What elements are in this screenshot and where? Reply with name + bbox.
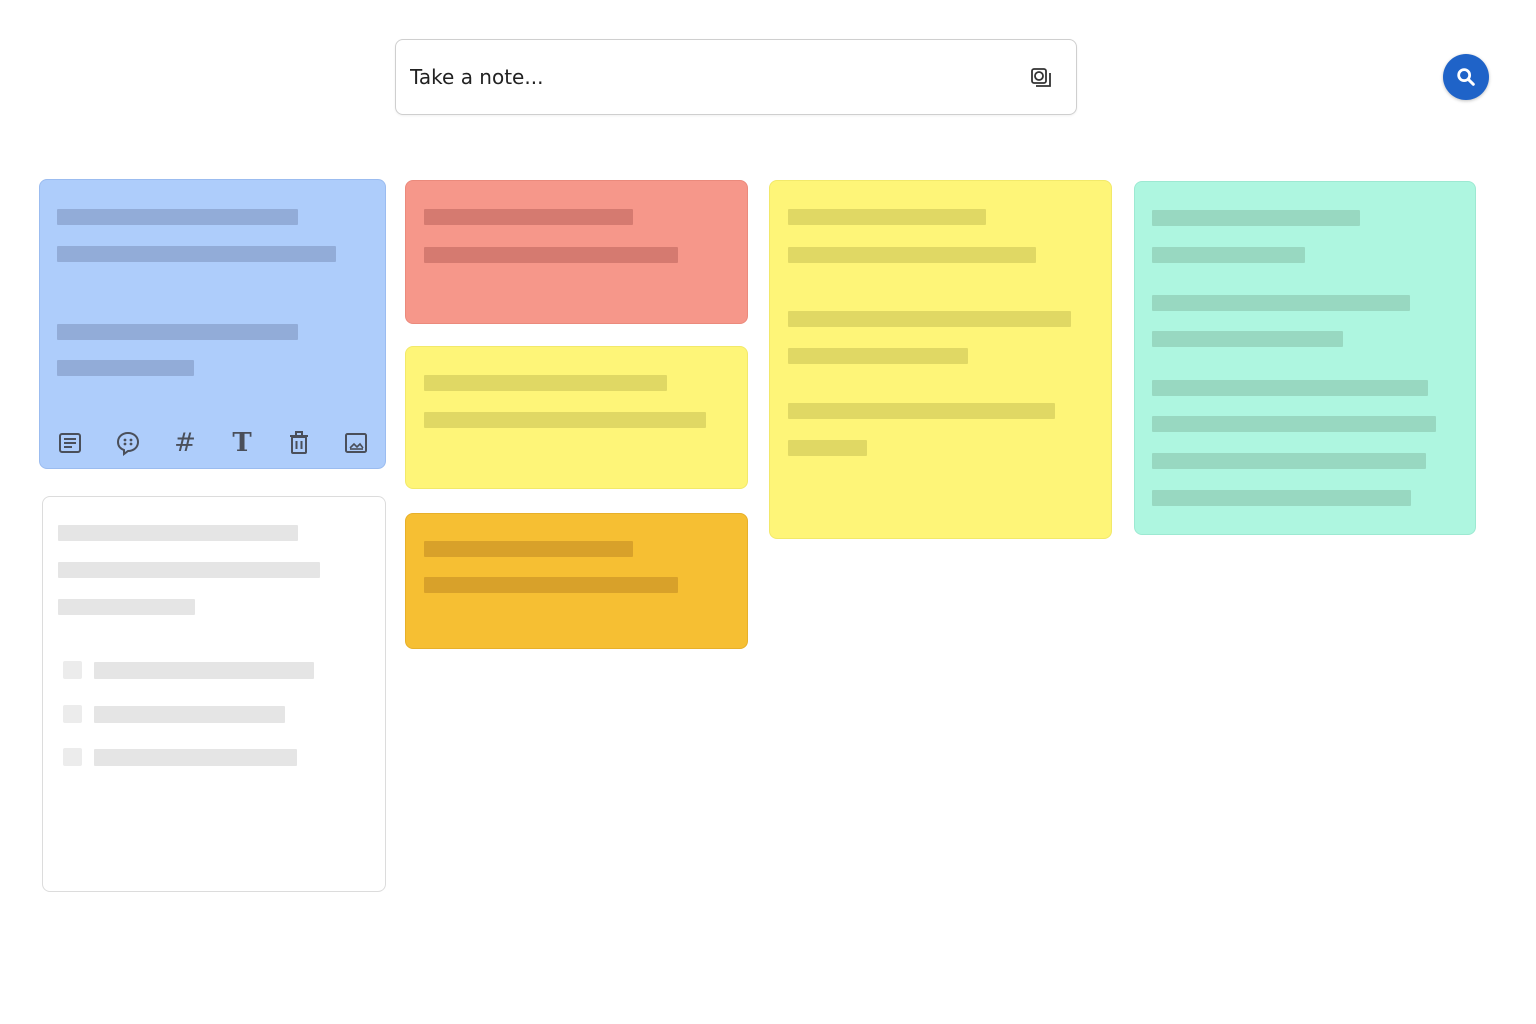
checkbox[interactable]: [63, 661, 82, 679]
text-format-icon[interactable]: T: [229, 430, 255, 456]
checklist-item-line: [94, 749, 297, 766]
text-placeholder-line: [1152, 331, 1343, 347]
text-placeholder-line: [788, 403, 1055, 419]
checkbox[interactable]: [63, 748, 82, 766]
text-placeholder-line: [424, 247, 678, 263]
text-placeholder-line: [424, 412, 706, 428]
note-card-yellow-tall[interactable]: [769, 180, 1112, 539]
text-placeholder-line: [58, 599, 195, 615]
text-placeholder-line: [788, 348, 968, 364]
search-icon: [1443, 66, 1489, 88]
text-placeholder-line: [1152, 380, 1428, 396]
note-card-mint[interactable]: [1134, 181, 1476, 535]
take-note-bar[interactable]: [395, 39, 1077, 115]
text-placeholder-line: [788, 311, 1071, 327]
checklist-item-line: [94, 662, 314, 679]
note-card-checklist[interactable]: [42, 496, 386, 892]
image-icon[interactable]: [343, 430, 369, 456]
emoji-icon[interactable]: [115, 430, 141, 456]
text-placeholder-line: [57, 246, 336, 262]
text-placeholder-line: [788, 440, 867, 456]
text-placeholder-line: [788, 209, 986, 225]
text-placeholder-line: [1152, 210, 1360, 226]
image-stack-icon[interactable]: [1027, 64, 1055, 92]
text-placeholder-line: [424, 209, 633, 225]
checklist-item-line: [94, 706, 285, 723]
note-card-red[interactable]: [405, 180, 748, 324]
note-card-yellow[interactable]: [405, 346, 748, 489]
checkbox[interactable]: [63, 705, 82, 723]
text-placeholder-line: [57, 209, 298, 225]
text-placeholder-line: [1152, 295, 1410, 311]
text-placeholder-line: [57, 360, 194, 376]
search-button[interactable]: [1443, 54, 1489, 100]
note-card-blue[interactable]: # T: [39, 179, 386, 469]
text-placeholder-line: [424, 375, 667, 391]
text-placeholder-line: [788, 247, 1036, 263]
text-placeholder-line: [1152, 490, 1411, 506]
note-icon[interactable]: [57, 430, 83, 456]
note-card-amber[interactable]: [405, 513, 748, 649]
text-placeholder-line: [424, 541, 633, 557]
text-placeholder-line: [1152, 416, 1436, 432]
take-note-input[interactable]: [410, 40, 990, 114]
text-placeholder-line: [57, 324, 298, 340]
hashtag-icon[interactable]: #: [172, 430, 198, 456]
text-placeholder-line: [1152, 247, 1305, 263]
text-placeholder-line: [424, 577, 678, 593]
text-placeholder-line: [58, 525, 298, 541]
text-placeholder-line: [1152, 453, 1426, 469]
trash-icon[interactable]: [286, 430, 312, 456]
text-placeholder-line: [58, 562, 320, 578]
